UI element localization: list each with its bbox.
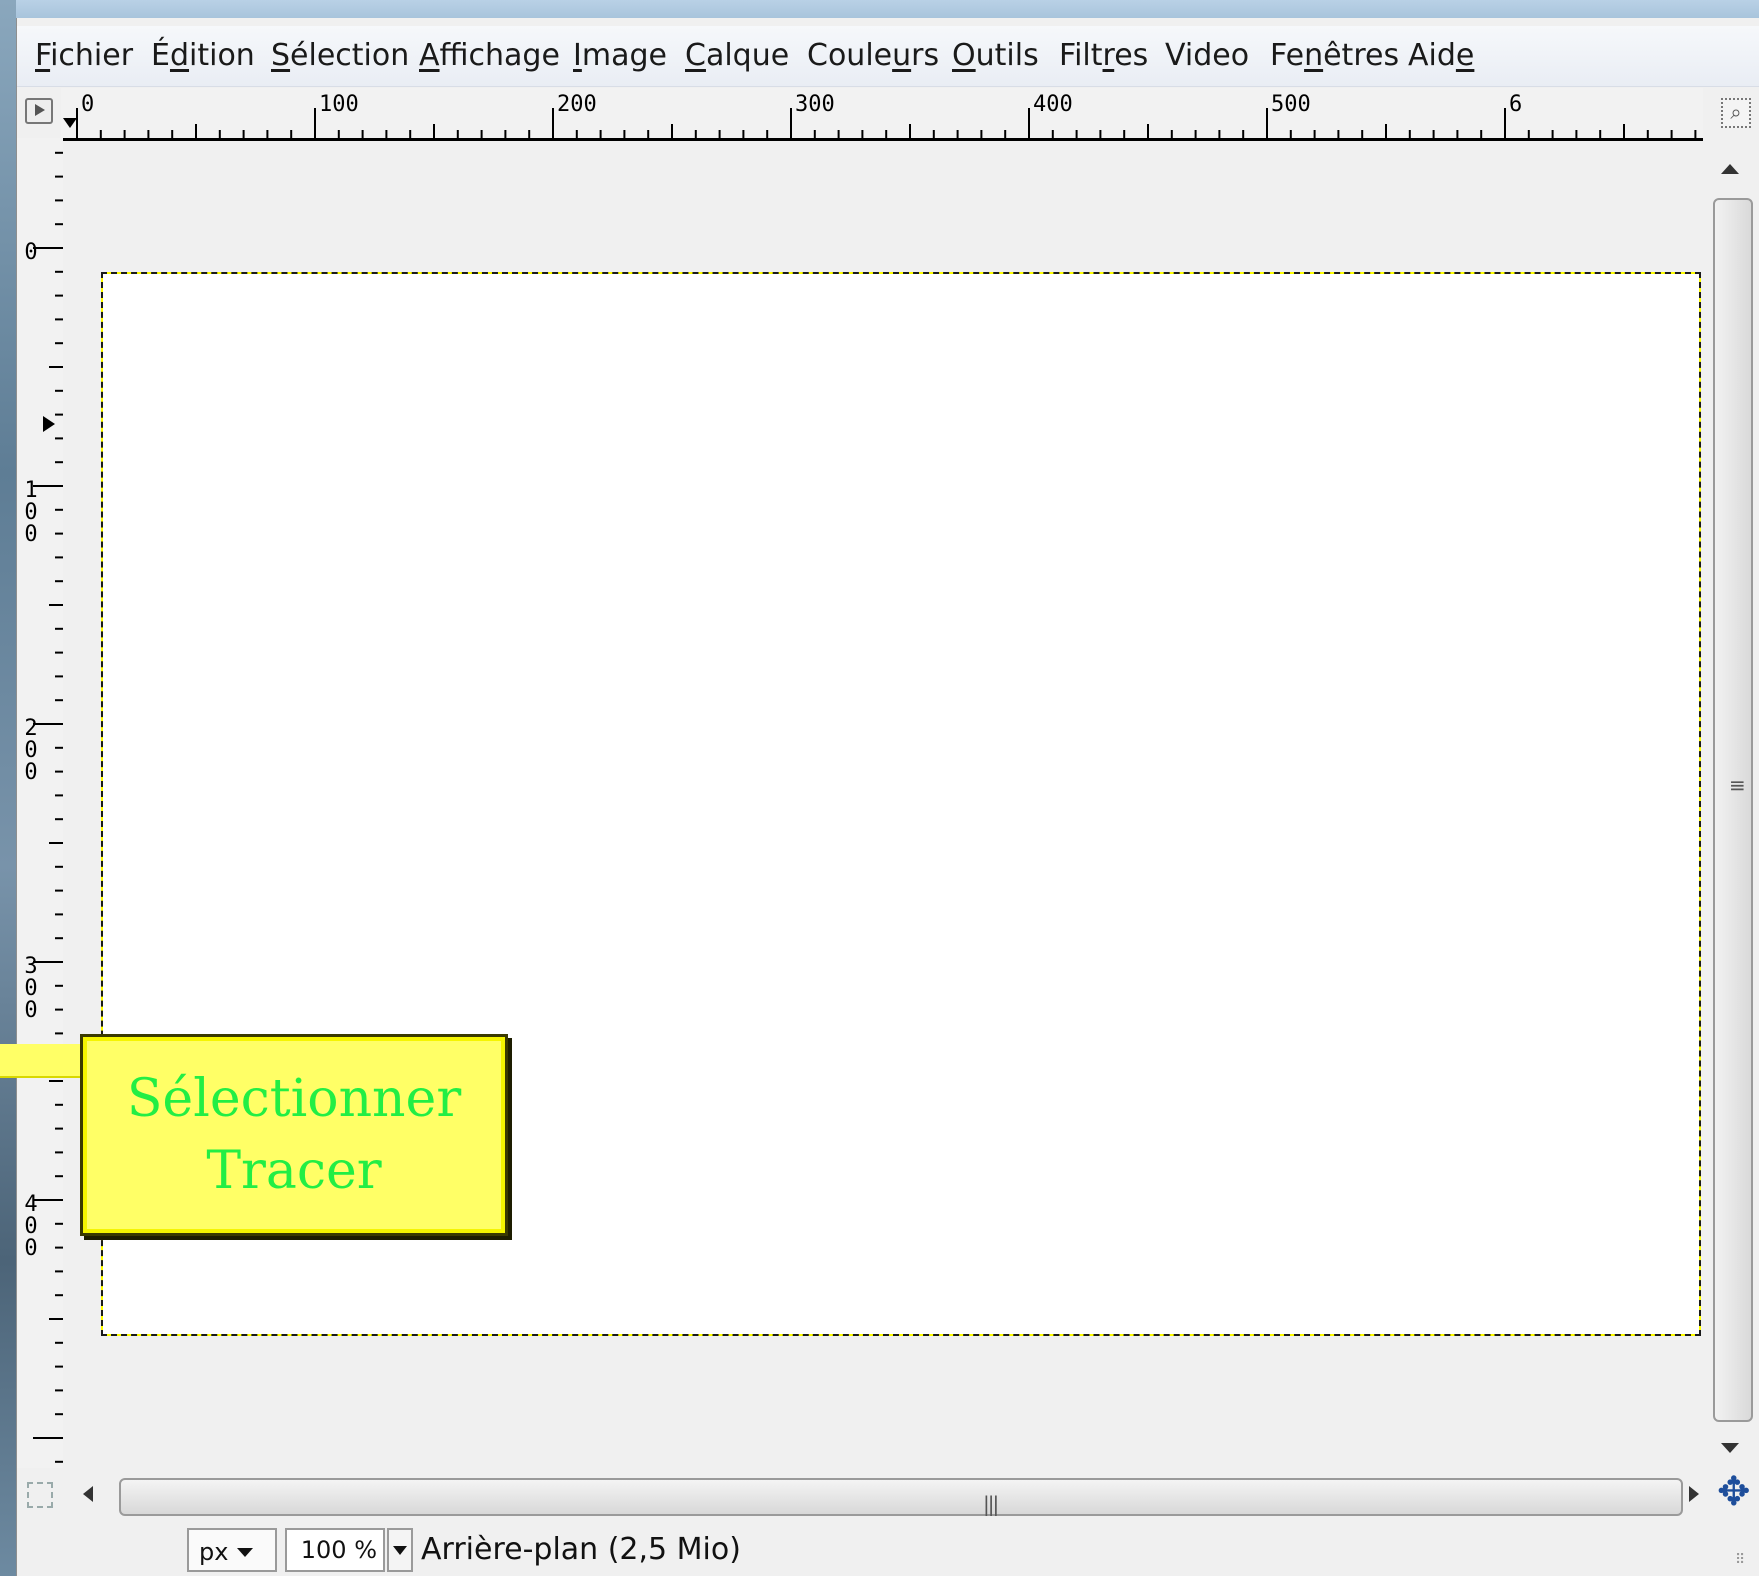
horizontal-scrollbar[interactable]: ||| ✥ [17, 1470, 1759, 1520]
horizontal-ruler: 0 100 200 300 400 500 6 [61, 88, 1703, 141]
quick-mask-icon[interactable] [27, 1482, 53, 1508]
pointer-marker-icon [63, 118, 77, 128]
ruler-digit: 0 [24, 976, 38, 1001]
ruler-label: 0 [21, 242, 41, 264]
ruler-label: 400 [21, 1194, 41, 1260]
ruler-label: 6 [1509, 92, 1523, 117]
ruler-digit: 3 [24, 954, 38, 979]
vertical-scroll-thumb[interactable]: ≡ [1713, 198, 1753, 1422]
ruler-label: 300 [21, 956, 41, 1022]
ruler-digit: 0 [24, 500, 38, 525]
ruler-digit: 0 [24, 1236, 38, 1261]
ruler-digit: 0 [24, 998, 38, 1023]
move-arrows-icon[interactable]: ✥ [1717, 1472, 1751, 1512]
menu-item-8[interactable]: Filtres [1059, 38, 1148, 73]
ruler-label: 100 [21, 480, 41, 546]
ruler-digit: 1 [24, 478, 38, 503]
menu-item-9[interactable]: Video [1165, 38, 1249, 73]
gimp-image-window: Fichier Édition Sélection Affichage Image Cal… [16, 18, 1759, 1576]
menu-item-3[interactable]: Affichage [419, 38, 560, 73]
menu-item-11[interactable]: Aide [1408, 38, 1474, 73]
ruler-digit: 0 [24, 522, 38, 547]
status-bar: px 100 % Arrière-plan (2,5 Mio) ⠿ [17, 1522, 1759, 1576]
ruler-label: 300 [795, 92, 835, 117]
chevron-down-icon [237, 1548, 253, 1557]
unit-select[interactable]: px [187, 1528, 277, 1572]
zoom-icon[interactable]: ⌕ [1721, 98, 1751, 128]
scroll-up-arrow-icon[interactable] [1721, 164, 1739, 174]
callout-annotation: Sélectionner Tracer [80, 1034, 508, 1236]
ruler-digit: 2 [24, 716, 38, 741]
zoom-dropdown-button[interactable] [387, 1528, 413, 1572]
horizontal-scroll-thumb[interactable]: ||| [119, 1478, 1683, 1516]
ruler-label: 200 [557, 92, 597, 117]
scroll-right-arrow-icon[interactable] [1689, 1486, 1699, 1502]
menu-item-1[interactable]: Édition [151, 38, 255, 73]
ruler-label: 200 [21, 718, 41, 784]
menu-item-4[interactable]: Image [573, 38, 667, 73]
menu-item-7[interactable]: Outils [952, 38, 1039, 73]
menu-item-6[interactable]: Couleurs [807, 38, 939, 73]
ruler-label: 400 [1033, 92, 1073, 117]
zoom-input[interactable]: 100 % [285, 1528, 385, 1572]
ruler-digit: 0 [24, 760, 38, 785]
ruler-menu-button[interactable] [25, 98, 53, 124]
ruler-digit: 4 [24, 1192, 38, 1217]
ruler-digit: 0 [24, 738, 38, 763]
scroll-down-arrow-icon[interactable] [1721, 1443, 1739, 1453]
callout-line2: Tracer [206, 1141, 382, 1201]
grip-icon: ||| [983, 1492, 999, 1516]
ruler-digit: 0 [24, 240, 38, 265]
window-titlebar [16, 0, 1759, 18]
menu-item-2[interactable]: Sélection [271, 38, 409, 73]
menu-bar: Fichier Édition Sélection Affichage Image Cal… [17, 26, 1759, 87]
vertical-scrollbar[interactable]: ≡ [1707, 138, 1759, 1468]
ruler-label: 0 [81, 92, 95, 117]
ruler-digit: 0 [24, 1214, 38, 1239]
canvas-area[interactable] [63, 141, 1703, 1468]
ruler-label: 500 [1271, 92, 1311, 117]
unit-value: px [199, 1538, 229, 1566]
resize-grip-icon[interactable]: ⠿ [1735, 1552, 1745, 1568]
pointer-marker-icon [43, 416, 55, 432]
layer-info: Arrière-plan (2,5 Mio) [421, 1532, 741, 1567]
vertical-ruler: 0100200300400 [17, 138, 66, 1468]
menu-item-10[interactable]: Fenêtres [1270, 38, 1399, 73]
ruler-label: 100 [319, 92, 359, 117]
menu-item-5[interactable]: Calque [685, 38, 789, 73]
callout-line1: Sélectionner [126, 1069, 462, 1129]
scroll-left-arrow-icon[interactable] [83, 1486, 93, 1502]
desktop-background [0, 0, 16, 1576]
menu-item-0[interactable]: Fichier [35, 38, 133, 73]
grip-icon: ≡ [1729, 773, 1746, 797]
